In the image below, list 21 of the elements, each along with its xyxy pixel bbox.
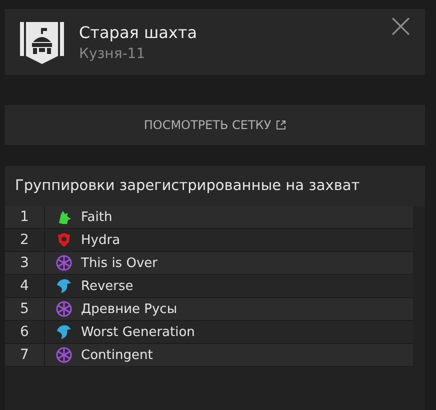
rank-number: 7 xyxy=(5,344,45,366)
group-name: Contingent xyxy=(81,348,153,362)
rank-number: 6 xyxy=(5,321,45,343)
group-name: Worst Generation xyxy=(81,324,195,340)
location-subtitle: Кузня-11 xyxy=(79,46,146,62)
group-name: Hydra xyxy=(81,232,120,248)
view-grid-button[interactable]: ПОСМОТРЕТЬ СЕТКУ xyxy=(5,105,425,145)
banner-icon xyxy=(20,20,64,64)
group-name: This is Over xyxy=(81,256,158,270)
rank-number: 1 xyxy=(5,206,45,228)
group-name: Faith xyxy=(81,210,112,224)
rank-number: 4 xyxy=(5,275,45,297)
rank-number: 2 xyxy=(5,229,45,251)
group-name: Древние Русы xyxy=(81,302,178,316)
rank-number: 3 xyxy=(5,252,45,274)
section-title: Группировки зарегистрированные на захват xyxy=(5,166,425,206)
group-name: Reverse xyxy=(81,278,134,294)
rank-number: 5 xyxy=(5,298,45,320)
location-title: Старая шахта xyxy=(79,22,198,42)
close-button[interactable]: × xyxy=(386,9,415,43)
external-link-icon xyxy=(276,120,286,130)
